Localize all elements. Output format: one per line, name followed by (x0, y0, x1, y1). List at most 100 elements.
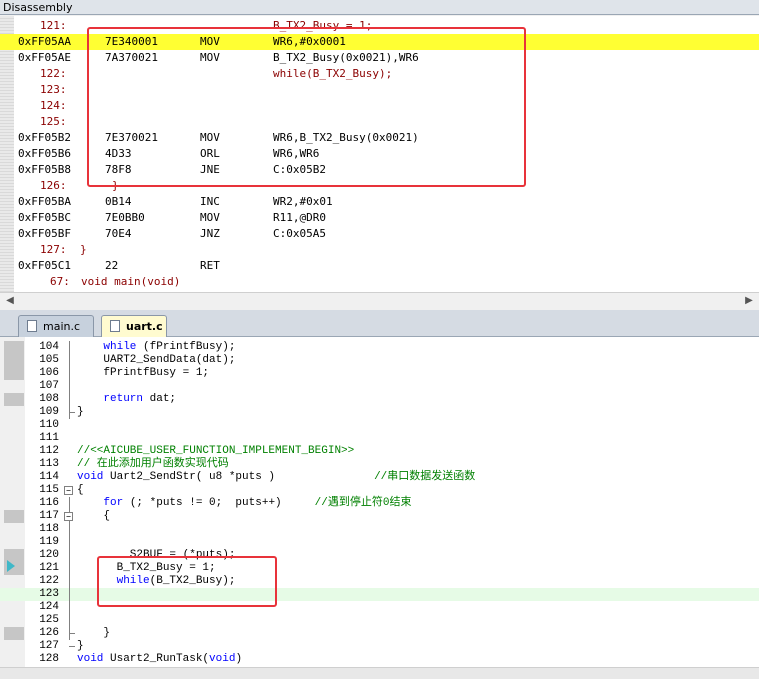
asm-mnemonic: INC (200, 195, 220, 208)
code-line[interactable]: 125 (0, 614, 759, 627)
line-number: 113 (39, 458, 59, 470)
asm-row[interactable]: 0xFF05BF 70E4 JNZ C:0x05A5 (0, 226, 759, 242)
scroll-right-icon[interactable]: ▶ (741, 293, 757, 309)
source-line-number: 121: (40, 19, 67, 32)
line-number: 119 (39, 536, 59, 548)
code-line[interactable]: 105 UART2_SendData(dat); (0, 354, 759, 367)
line-number: 128 (39, 653, 59, 665)
line-number: 115 (39, 484, 59, 496)
fold-end (69, 412, 75, 413)
editor-horizontal-scrollbar[interactable] (0, 667, 759, 679)
asm-operands: R11,@DR0 (273, 211, 326, 224)
asm-address: 0xFF05BF (18, 227, 71, 240)
source-line-number: 67: (50, 275, 70, 288)
code-line[interactable]: 113 // 在此添加用户函数实现代码 (0, 458, 759, 471)
asm-address: 0xFF05B8 (18, 163, 71, 176)
code-text: UART2_SendData(dat); (77, 354, 236, 366)
line-number: 126 (39, 627, 59, 639)
line-number: 114 (39, 471, 59, 483)
source-row[interactable]: 67: void main(void) (0, 274, 759, 290)
asm-mnemonic: RET (200, 259, 220, 272)
line-number: 122 (39, 575, 59, 587)
asm-operands: WR2,#0x01 (273, 195, 333, 208)
code-text: } (77, 627, 111, 639)
code-line[interactable]: 110 (0, 419, 759, 432)
line-number: 121 (39, 562, 59, 574)
code-line[interactable]: 114 void Uart2_SendStr( u8 *puts ) //串口数据… (0, 471, 759, 484)
code-text: // 在此添加用户函数实现代码 (77, 458, 229, 470)
asm-address: 0xFF05C1 (18, 259, 71, 272)
code-line[interactable]: 128 void Usart2_RunTask(void) (0, 653, 759, 666)
source-line-number: 122: (40, 67, 67, 80)
asm-opcode: 7E0BB0 (105, 211, 145, 224)
tab-main-c[interactable]: main.c (18, 315, 94, 337)
source-line-number: 126: (40, 179, 67, 192)
source-line-number: 125: (40, 115, 67, 128)
line-number: 123 (39, 588, 59, 600)
tab-label: uart.c (126, 320, 163, 333)
source-line-number: 127: (40, 243, 67, 256)
asm-address: 0xFF05AA (18, 35, 71, 48)
tab-uart-c[interactable]: uart.c (101, 315, 167, 337)
source-line-number: 124: (40, 99, 67, 112)
source-row[interactable]: 127:} (0, 242, 759, 258)
asm-mnemonic: MOV (200, 211, 220, 224)
asm-address: 0xFF05AE (18, 51, 71, 64)
fold-end (69, 633, 75, 634)
code-text: fPrintfBusy = 1; (77, 367, 210, 379)
disassembly-horizontal-scrollbar[interactable]: ◀ ▶ (0, 292, 759, 309)
code-line[interactable]: 115 { (0, 484, 759, 497)
asm-operands: C:0x05A5 (273, 227, 326, 240)
file-icon (110, 320, 120, 332)
disassembly-title: Disassembly (0, 0, 759, 15)
code-line[interactable]: 119 (0, 536, 759, 549)
asm-row[interactable]: 0xFF05BC 7E0BB0 MOV R11,@DR0 (0, 210, 759, 226)
code-line[interactable]: 117 { (0, 510, 759, 523)
line-number: 109 (39, 406, 59, 418)
code-text: } (77, 406, 84, 418)
line-number: 124 (39, 601, 59, 613)
line-number: 111 (39, 432, 59, 444)
code-line[interactable]: 112 //<<AICUBE_USER_FUNCTION_IMPLEMENT_BE… (0, 445, 759, 458)
asm-address: 0xFF05BC (18, 211, 71, 224)
code-editor[interactable]: 104 while (fPrintfBusy); 105 UART2_SendDa… (0, 337, 759, 667)
line-number: 107 (39, 380, 59, 392)
code-text: void Uart2_SendStr( u8 *puts ) //串口数据发送函… (77, 471, 476, 483)
asm-address: 0xFF05B2 (18, 131, 71, 144)
scroll-left-icon[interactable]: ◀ (2, 293, 18, 309)
line-number: 105 (39, 354, 59, 366)
code-line[interactable]: 126 } (0, 627, 759, 640)
code-line[interactable]: 116 for (; *puts != 0; puts++) //遇到停止符0结… (0, 497, 759, 510)
current-line-arrow-icon (7, 560, 15, 572)
asm-row[interactable]: 0xFF05C1 22 RET (0, 258, 759, 274)
source-text: } (80, 243, 87, 256)
line-number: 110 (39, 419, 59, 431)
line-number: 118 (39, 523, 59, 535)
source-text: void main(void) (81, 275, 181, 288)
code-line[interactable]: 109} (0, 406, 759, 419)
line-number: 120 (39, 549, 59, 561)
collapse-icon[interactable]: − (64, 512, 73, 521)
line-number: 127 (39, 640, 59, 652)
code-line[interactable]: 107 (0, 380, 759, 393)
code-line[interactable]: 104 while (fPrintfBusy); (0, 341, 759, 354)
collapse-icon[interactable]: − (64, 486, 73, 495)
file-icon (27, 320, 37, 332)
code-text: void Usart2_RunTask(void) (77, 653, 243, 665)
code-text: for (; *puts != 0; puts++) //遇到停止符0结束 (103, 497, 412, 509)
asm-row[interactable]: 0xFF05BA 0B14 INC WR2,#0x01 (0, 194, 759, 210)
asm-address: 0xFF05BA (18, 195, 71, 208)
code-line[interactable]: 108 return dat; (0, 393, 759, 406)
line-number: 112 (39, 445, 59, 457)
tab-label: main.c (43, 320, 81, 333)
code-line[interactable]: 127} (0, 640, 759, 653)
code-line[interactable]: 111 (0, 432, 759, 445)
editor-tab-bar: main.c uart.c (0, 310, 759, 337)
line-number: 108 (39, 393, 59, 405)
code-text: { (77, 510, 111, 522)
annotation-box-source (97, 556, 277, 607)
asm-opcode: 0B14 (105, 195, 132, 208)
asm-mnemonic: JNZ (200, 227, 220, 240)
code-line[interactable]: 118 (0, 523, 759, 536)
code-line[interactable]: 106 fPrintfBusy = 1; (0, 367, 759, 380)
